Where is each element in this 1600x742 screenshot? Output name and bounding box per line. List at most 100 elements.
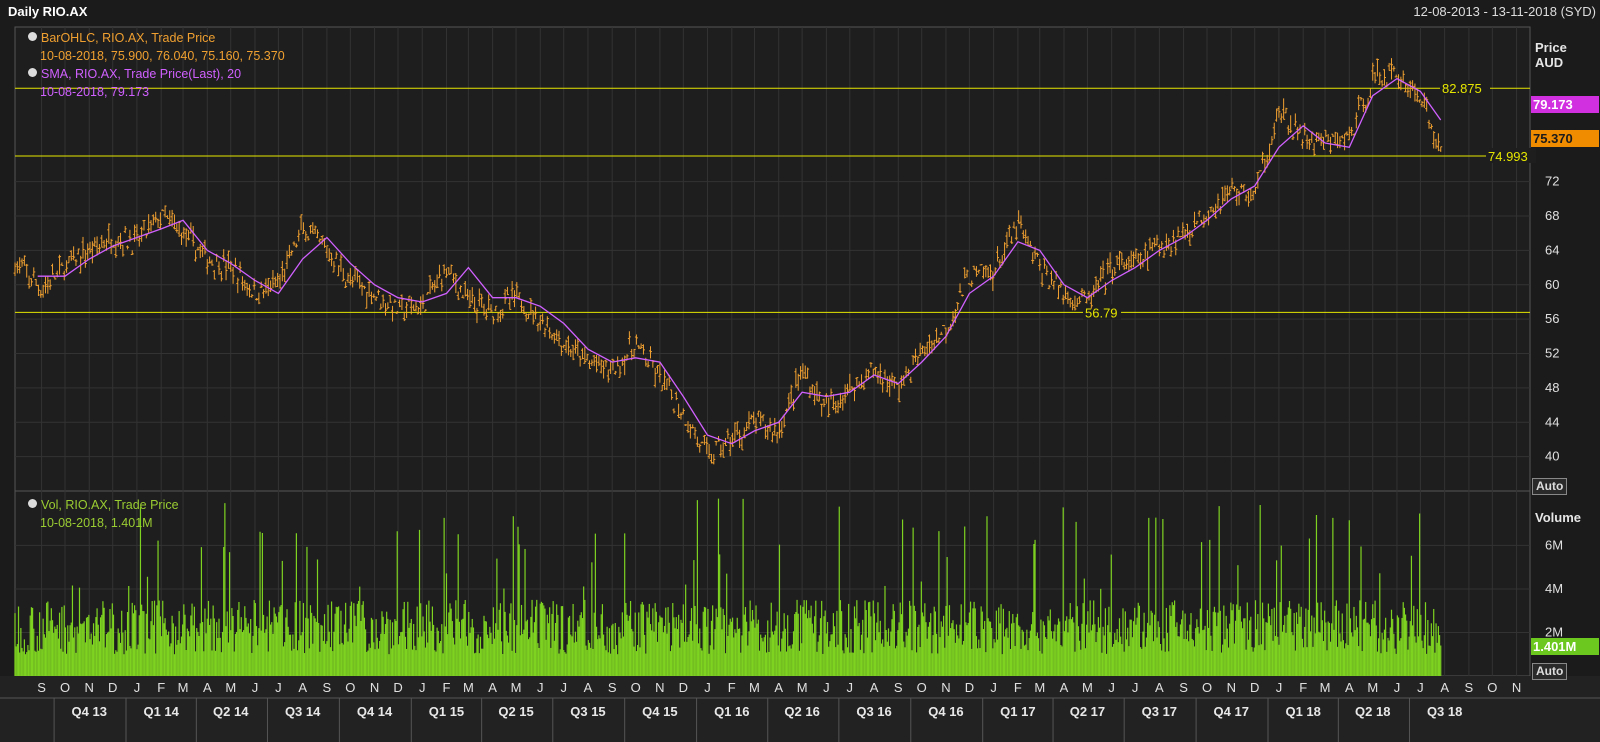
quarter-tick-label: Q1 18	[1285, 704, 1320, 719]
quarter-tick-label: Q2 15	[498, 704, 533, 719]
month-tick-label: N	[85, 680, 94, 695]
quarter-tick-label: Q1 14	[143, 704, 179, 719]
reference-line-label: 56.79	[1085, 305, 1118, 320]
month-tick-label: M	[225, 680, 236, 695]
month-tick-label: S	[323, 680, 332, 695]
month-tick-label: D	[393, 680, 402, 695]
month-tick-label: N	[370, 680, 379, 695]
month-tick-label: S	[1465, 680, 1474, 695]
quarter-tick-label: Q2 14	[213, 704, 249, 719]
month-tick-label: J	[275, 680, 282, 695]
price-volume-chart[interactable]: SONDJFMAMJJASONDJFMAMJJASONDJFMAMJJASOND…	[0, 0, 1600, 742]
volume-legend-values: 10-08-2018, 1.401M	[40, 516, 153, 530]
month-tick-label: J	[1276, 680, 1283, 695]
price-last-tag: 75.370	[1531, 130, 1599, 147]
month-tick-label: M	[797, 680, 808, 695]
quarter-tick-label: Q3 18	[1427, 704, 1462, 719]
ohlc-legend-name: BarOHLC, RIO.AX, Trade Price	[41, 31, 216, 45]
sma-legend[interactable]: SMA, RIO.AX, Trade Price(Last), 20 10-08…	[28, 65, 241, 101]
month-tick-label: J	[823, 680, 830, 695]
month-tick-label: O	[1202, 680, 1212, 695]
expand-icon[interactable]	[28, 68, 37, 77]
month-tick-label: S	[1179, 680, 1188, 695]
month-tick-label: A	[1345, 680, 1354, 695]
price-tick-label: 40	[1545, 449, 1559, 464]
price-tick-label: 68	[1545, 208, 1559, 223]
month-tick-label: S	[608, 680, 617, 695]
expand-icon[interactable]	[28, 32, 37, 41]
month-tick-label: N	[1512, 680, 1521, 695]
month-tick-label: O	[345, 680, 355, 695]
month-tick-label: F	[728, 680, 736, 695]
month-tick-label: M	[1034, 680, 1045, 695]
month-tick-label: M	[463, 680, 474, 695]
month-tick-label: O	[631, 680, 641, 695]
month-tick-label: A	[203, 680, 212, 695]
quarter-tick-label: Q4 16	[928, 704, 963, 719]
month-tick-label: M	[1367, 680, 1378, 695]
month-tick-label: O	[1487, 680, 1497, 695]
month-tick-label: A	[1155, 680, 1164, 695]
quarter-tick-label: Q3 14	[285, 704, 321, 719]
month-tick-label: A	[488, 680, 497, 695]
month-tick-label: J	[1132, 680, 1139, 695]
month-tick-label: J	[537, 680, 544, 695]
quarter-tick-label: Q4 17	[1214, 704, 1249, 719]
month-tick-label: S	[894, 680, 903, 695]
month-tick-label: O	[60, 680, 70, 695]
volume-tick-label: 6M	[1545, 537, 1563, 552]
quarter-tick-label: Q4 15	[642, 704, 677, 719]
quarter-tick-label: Q1 16	[714, 704, 749, 719]
month-tick-label: N	[941, 680, 950, 695]
quarter-tick-label: Q3 17	[1142, 704, 1177, 719]
price-tick-label: 64	[1545, 242, 1559, 257]
month-tick-label: J	[252, 680, 259, 695]
volume-legend-name: Vol, RIO.AX, Trade Price	[41, 498, 179, 512]
sma-legend-values: 10-08-2018, 79.173	[40, 85, 150, 99]
price-auto-button[interactable]: Auto	[1532, 478, 1568, 495]
quarter-tick-label: Q2 18	[1355, 704, 1390, 719]
month-tick-label: J	[704, 680, 711, 695]
month-tick-label: M	[1082, 680, 1093, 695]
volume-tick-label: 4M	[1545, 581, 1563, 596]
month-tick-label: F	[1299, 680, 1307, 695]
month-tick-label: S	[37, 680, 46, 695]
month-tick-label: O	[917, 680, 927, 695]
month-tick-label: N	[655, 680, 664, 695]
volume-auto-button[interactable]: Auto	[1532, 663, 1568, 680]
month-tick-label: J	[847, 680, 854, 695]
ohlc-legend[interactable]: BarOHLC, RIO.AX, Trade Price 10-08-2018,…	[28, 29, 285, 65]
quarter-tick-label: Q2 17	[1070, 704, 1105, 719]
price-tick-label: 48	[1545, 380, 1559, 395]
price-tick-label: 72	[1545, 174, 1559, 189]
volume-legend[interactable]: Vol, RIO.AX, Trade Price 10-08-2018, 1.4…	[28, 496, 179, 532]
month-tick-label: J	[419, 680, 426, 695]
month-tick-label: A	[584, 680, 593, 695]
month-tick-label: F	[442, 680, 450, 695]
month-tick-label: J	[1417, 680, 1424, 695]
month-tick-label: A	[298, 680, 307, 695]
month-tick-label: J	[990, 680, 997, 695]
ohlc-legend-values: 10-08-2018, 75.900, 76.040, 75.160, 75.3…	[40, 49, 285, 63]
volume-axis-title: Volume	[1535, 510, 1581, 525]
price-tick-label: 56	[1545, 311, 1559, 326]
month-tick-label: N	[1227, 680, 1236, 695]
month-tick-label: M	[1320, 680, 1331, 695]
quarter-tick-label: Q3 15	[570, 704, 605, 719]
quarter-tick-label: Q1 15	[429, 704, 464, 719]
month-tick-label: M	[749, 680, 760, 695]
month-tick-label: D	[1250, 680, 1259, 695]
month-tick-label: A	[1440, 680, 1449, 695]
price-tick-label: 52	[1545, 346, 1559, 361]
expand-icon[interactable]	[28, 499, 37, 508]
chart-window: Daily RIO.AX 12-08-2013 - 13-11-2018 (SY…	[0, 0, 1600, 742]
sma-legend-name: SMA, RIO.AX, Trade Price(Last), 20	[41, 67, 242, 81]
month-tick-label: M	[178, 680, 189, 695]
month-tick-label: F	[157, 680, 165, 695]
price-tick-label: 44	[1545, 414, 1559, 429]
month-tick-label: A	[774, 680, 783, 695]
month-tick-label: J	[134, 680, 141, 695]
month-tick-label: A	[870, 680, 879, 695]
month-tick-label: J	[560, 680, 567, 695]
reference-line-label: 82.875	[1442, 81, 1482, 96]
